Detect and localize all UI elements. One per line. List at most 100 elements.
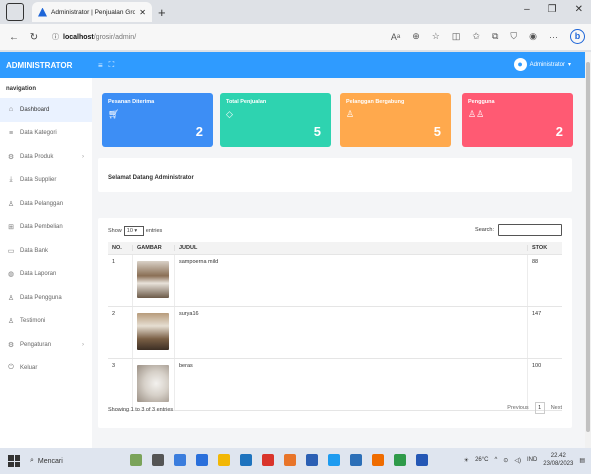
weather-temp[interactable]: 26°C — [475, 457, 488, 463]
fullscreen-icon[interactable]: ⛶ — [109, 60, 115, 70]
user-avatar-icon: ● — [513, 58, 527, 71]
sidebar-item-laporan[interactable]: ◍ Data Laporan — [0, 263, 92, 287]
favorite-icon[interactable]: ☆ — [432, 31, 440, 42]
sidebar-item-produk[interactable]: ⚙ Data Produk › — [0, 145, 92, 169]
store-icon[interactable] — [240, 454, 252, 466]
account-icon[interactable]: ◉ — [529, 31, 537, 42]
file-explorer-icon[interactable] — [218, 454, 230, 466]
sidebar-item-supplier[interactable]: ⤓ Data Supplier — [0, 169, 92, 193]
previous-button[interactable]: Previous — [507, 405, 528, 411]
cell-judul: surya16 — [175, 307, 528, 358]
sidebar-item-testimoni[interactable]: ♙ Testimoni — [0, 310, 92, 334]
card-pesanan[interactable]: Pesanan Diterima 🛒︎ 2 — [102, 93, 213, 147]
sidebar-item-keluar[interactable]: ⏻ Keluar — [0, 357, 92, 381]
notification-icon[interactable]: ▤ — [579, 457, 585, 464]
network-icon[interactable]: ⊙ — [503, 457, 508, 464]
sidebar-item-pelanggan[interactable]: ♙ Data Pelanggan — [0, 192, 92, 216]
bing-icon[interactable]: b — [570, 29, 585, 44]
minimize-icon[interactable]: – — [524, 4, 530, 15]
scrollbar-thumb[interactable] — [586, 62, 590, 432]
clock[interactable]: 22.42 23/08/2023 — [543, 452, 573, 468]
cell-no: 1 — [108, 255, 133, 306]
card-penjualan[interactable]: Total Penjualan ◇ 5 — [220, 93, 331, 147]
info-icon[interactable]: ⓘ — [52, 32, 59, 42]
gear-icon: ⚙ — [7, 153, 15, 161]
menu-toggle-icon[interactable]: ≡ — [98, 61, 103, 70]
cell-judul: sampoerna mild — [175, 255, 528, 306]
read-aloud-icon[interactable]: Aᵃ — [391, 32, 400, 42]
sidebar-item-label: Data Kategori — [20, 130, 57, 137]
restore-icon[interactable]: ❐ — [548, 4, 557, 15]
card-pengguna[interactable]: Pengguna ♙♙ 2 — [462, 93, 573, 147]
favorites-icon[interactable]: ✩ — [472, 31, 480, 42]
sidebar-item-pembelian[interactable]: ⊞ Data Pembelian — [0, 216, 92, 240]
main-content: Pesanan Diterima 🛒︎ 2 Total Penjualan ◇ … — [92, 78, 585, 448]
favicon-icon — [38, 7, 47, 17]
split-screen-icon[interactable]: ◫ — [452, 31, 461, 42]
sidebar-item-pengaturan[interactable]: ⚙ Pengaturan › — [0, 333, 92, 357]
taskbar-search[interactable]: ⌕ Mencari — [30, 457, 63, 465]
word-icon[interactable] — [416, 454, 428, 466]
card-pelanggan[interactable]: Pelanggan Bergabung ♙ 5 — [340, 93, 451, 147]
volume-icon[interactable]: ◁) — [514, 457, 521, 464]
product-image — [137, 261, 169, 298]
chevron-right-icon: › — [82, 153, 84, 160]
list-icon: ≡ — [8, 129, 14, 137]
browser-tab[interactable]: Administrator | Penjualan Grosir ✕ — [32, 2, 152, 22]
close-tab-icon[interactable]: ✕ — [139, 8, 146, 17]
app-icon[interactable] — [262, 454, 274, 466]
tab-title: Administrator | Penjualan Grosir — [51, 8, 136, 16]
chevron-up-icon[interactable]: ^ — [494, 457, 497, 463]
chevron-down-icon: ▾ — [567, 62, 571, 68]
column-header[interactable]: GAMBAR — [133, 245, 175, 251]
page-1-button[interactable]: 1 — [534, 402, 545, 414]
gear-icon: ⚙ — [7, 341, 15, 349]
tab-actions-icon[interactable] — [6, 3, 24, 21]
pagination: Previous 1 Next — [507, 402, 562, 414]
cart-icon: 🛒︎ — [108, 109, 120, 119]
search-input[interactable] — [498, 224, 562, 236]
more-icon[interactable]: ··· — [549, 32, 558, 42]
sidebar-item-pengguna[interactable]: ♙ Data Pengguna — [0, 286, 92, 310]
back-icon[interactable]: ← — [6, 32, 22, 43]
sidebar-item-kategori[interactable]: ≡ Data Kategori — [0, 122, 92, 146]
task-view-icon[interactable] — [152, 454, 164, 466]
brand-title[interactable]: ADMINISTRATOR — [0, 61, 92, 70]
widgets-icon[interactable] — [130, 454, 142, 466]
column-header[interactable]: JUDUL — [175, 245, 528, 251]
weather-icon[interactable]: ☀ — [464, 457, 469, 464]
close-window-icon[interactable]: ✕ — [575, 4, 583, 15]
card-value: 2 — [195, 124, 203, 139]
app-icon[interactable] — [394, 454, 406, 466]
column-header[interactable]: STOK — [528, 245, 562, 251]
app-icon[interactable] — [284, 454, 296, 466]
chrome-icon[interactable] — [196, 454, 208, 466]
sidebar-item-label: Data Laporan — [20, 271, 57, 278]
url-field[interactable]: ⓘ localhost/grosir/admin/ — [52, 32, 136, 42]
next-button[interactable]: Next — [551, 405, 562, 411]
new-tab-icon[interactable]: + — [158, 5, 166, 20]
sidebar-item-label: Data Produk — [20, 153, 54, 160]
card-label: Pelanggan Bergabung — [346, 99, 405, 105]
sidebar-item-dashboard[interactable]: ⌂ Dashboard — [0, 98, 92, 122]
refresh-icon[interactable]: ↻ — [26, 32, 42, 43]
collections-icon[interactable]: ⧉ — [492, 31, 498, 42]
card-label: Pengguna — [468, 99, 495, 105]
app-icon[interactable] — [372, 454, 384, 466]
column-header[interactable]: NO. — [108, 245, 133, 251]
zoom-icon[interactable]: ⊕ — [412, 31, 420, 42]
app-icon[interactable] — [328, 454, 340, 466]
cell-no: 3 — [108, 359, 133, 410]
system-tray: ☀ 26°C ^ ⊙ ◁) IND 22.42 23/08/2023 ▤ — [464, 452, 585, 468]
sidebar-item-bank[interactable]: ▭ Data Bank — [0, 239, 92, 263]
edge-icon[interactable] — [174, 454, 186, 466]
sidebar-item-label: Data Pembelian — [20, 224, 63, 231]
user-menu[interactable]: ● Administrator ▾ — [513, 58, 571, 71]
app-icon[interactable] — [306, 454, 318, 466]
page-scrollbar[interactable] — [585, 52, 591, 448]
windows-start-icon[interactable] — [8, 455, 20, 467]
language-indicator[interactable]: IND — [527, 457, 537, 463]
app-icon[interactable] — [350, 454, 362, 466]
extensions-icon[interactable]: ⛉ — [510, 31, 517, 42]
entries-select[interactable]: 10 ▾ — [123, 226, 144, 236]
